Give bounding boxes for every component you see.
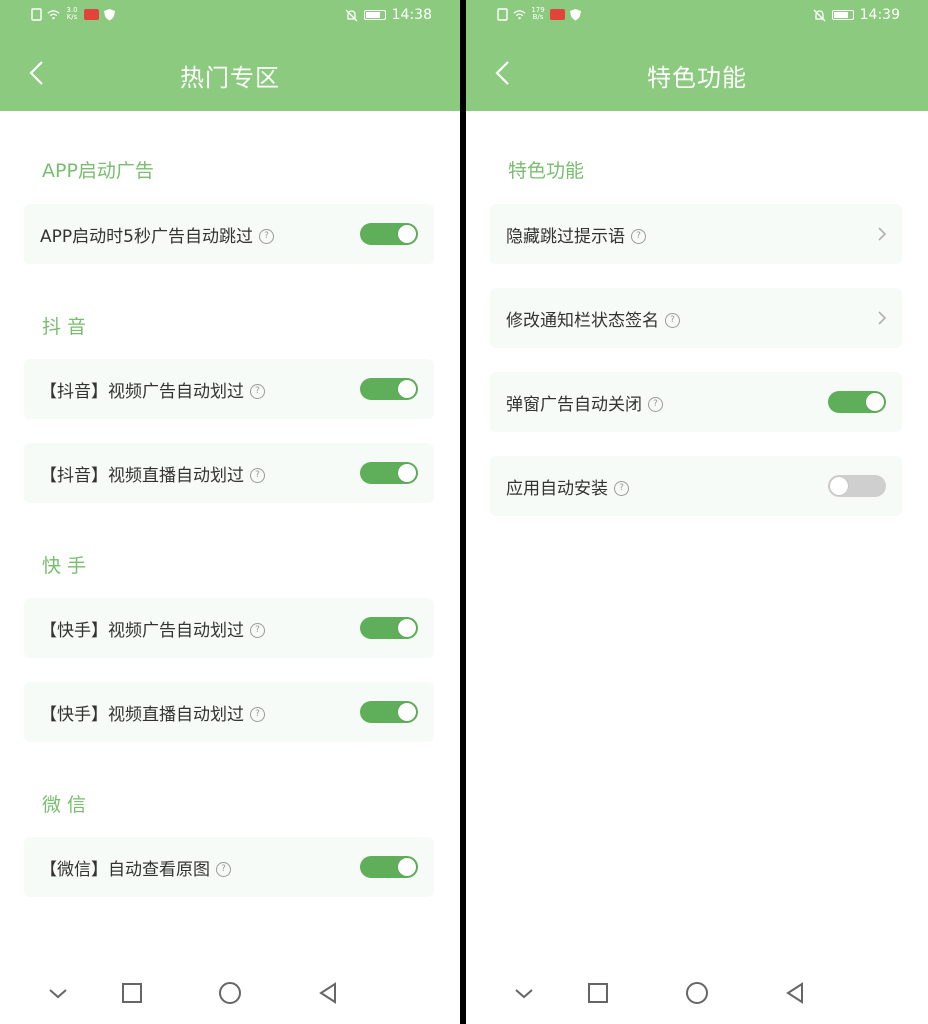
setting-row[interactable]: 修改通知栏状态签名?	[490, 288, 902, 348]
setting-row[interactable]: 【抖音】视频直播自动划过?	[24, 443, 434, 503]
mute-bell-icon	[813, 9, 826, 21]
help-icon[interactable]: ?	[250, 384, 265, 399]
help-icon[interactable]: ?	[250, 468, 265, 483]
title-bar: 特色功能	[466, 34, 928, 111]
shield-icon	[570, 8, 581, 20]
shield-icon	[104, 8, 115, 20]
left-screen: 3.0 K/s 14:38 热门专区 APP启动广告 APP启动时5秒广告自动跳过…	[0, 0, 460, 1024]
network-speed: 179 B/s	[531, 6, 545, 21]
toggle-switch[interactable]	[360, 617, 418, 639]
setting-row[interactable]: 弹窗广告自动关闭?	[490, 372, 902, 432]
help-icon[interactable]: ?	[614, 481, 629, 496]
system-nav-bar	[0, 964, 460, 1024]
clock: 14:38	[391, 7, 432, 23]
network-speed: 3.0 K/s	[66, 6, 78, 21]
chevron-right-icon	[878, 311, 887, 325]
toggle-switch[interactable]	[360, 462, 418, 484]
section-title-features: 特色功能	[508, 160, 585, 182]
setting-label: 【快手】视频广告自动划过?	[40, 616, 265, 641]
section-title-wechat: 微 信	[42, 794, 87, 816]
setting-label: 【微信】自动查看原图?	[40, 855, 231, 880]
mute-bell-icon	[345, 9, 358, 21]
page-title: 特色功能	[647, 64, 747, 92]
setting-label: 应用自动安装?	[506, 474, 629, 499]
sim-icon	[31, 7, 42, 21]
app-notification-icon	[550, 8, 565, 20]
toggle-switch[interactable]	[360, 856, 418, 878]
setting-row[interactable]: 【快手】视频直播自动划过?	[24, 682, 434, 742]
section-title-app-launch: APP启动广告	[42, 160, 154, 182]
home-circle-icon[interactable]	[682, 978, 712, 1008]
recents-square-icon[interactable]	[117, 978, 147, 1008]
back-triangle-icon[interactable]	[313, 978, 343, 1008]
wifi-icon	[47, 9, 60, 19]
help-icon[interactable]: ?	[216, 862, 231, 877]
setting-row[interactable]: 隐藏跳过提示语?	[490, 204, 902, 264]
app-notification-icon	[84, 8, 99, 20]
setting-label: 修改通知栏状态签名?	[506, 306, 680, 331]
clock: 14:39	[859, 7, 900, 23]
setting-row[interactable]: 【微信】自动查看原图?	[24, 837, 434, 897]
help-icon[interactable]: ?	[258, 229, 274, 244]
toggle-switch[interactable]	[828, 391, 886, 413]
help-icon[interactable]: ?	[250, 707, 265, 722]
help-icon[interactable]: ?	[631, 229, 646, 244]
system-nav-bar	[466, 964, 928, 1024]
section-title-kuaishou: 快 手	[42, 555, 87, 577]
setting-label: 弹窗广告自动关闭?	[506, 390, 663, 415]
battery-icon	[831, 10, 854, 20]
help-icon[interactable]: ?	[648, 397, 663, 412]
toggle-switch[interactable]	[360, 701, 418, 723]
status-bar: 179 B/s 14:39	[466, 0, 928, 34]
toggle-switch[interactable]	[360, 378, 418, 400]
recents-square-icon[interactable]	[583, 978, 613, 1008]
title-bar: 热门专区	[0, 34, 460, 111]
setting-label: APP启动时5秒广告自动跳过?	[40, 222, 274, 247]
status-bar: 3.0 K/s 14:38	[0, 0, 460, 34]
sim-icon	[497, 7, 508, 21]
battery-icon	[363, 10, 386, 20]
setting-label: 【抖音】视频广告自动划过?	[40, 377, 265, 402]
page-title: 热门专区	[180, 64, 280, 92]
setting-row[interactable]: APP启动时5秒广告自动跳过?	[24, 204, 434, 264]
help-icon[interactable]: ?	[665, 313, 680, 328]
collapse-down-icon[interactable]	[43, 978, 73, 1008]
setting-row[interactable]: 【抖音】视频广告自动划过?	[24, 359, 434, 419]
right-screen: 179 B/s 14:39 特色功能 特色功能 隐藏跳过提示语? 修改通知栏状态签…	[466, 0, 928, 1024]
chevron-right-icon	[878, 227, 887, 241]
toggle-switch[interactable]	[360, 223, 418, 245]
setting-label: 隐藏跳过提示语?	[506, 222, 646, 247]
section-title-douyin: 抖 音	[42, 316, 87, 338]
collapse-down-icon[interactable]	[509, 978, 539, 1008]
wifi-icon	[513, 9, 526, 19]
setting-row[interactable]: 应用自动安装?	[490, 456, 902, 516]
home-circle-icon[interactable]	[215, 978, 245, 1008]
setting-row[interactable]: 【快手】视频广告自动划过?	[24, 598, 434, 658]
setting-label: 【快手】视频直播自动划过?	[40, 700, 265, 725]
toggle-switch[interactable]	[828, 475, 886, 497]
help-icon[interactable]: ?	[250, 623, 265, 638]
setting-label: 【抖音】视频直播自动划过?	[40, 461, 265, 486]
back-triangle-icon[interactable]	[780, 978, 810, 1008]
